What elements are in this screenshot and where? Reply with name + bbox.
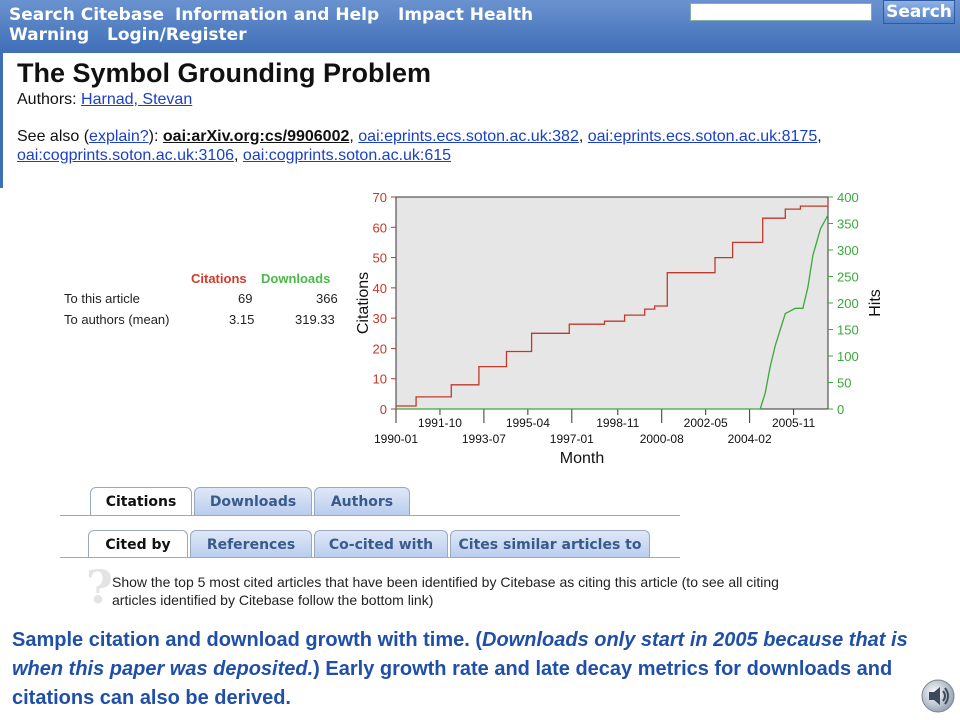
x-tick-label: 1990-01 [374, 432, 418, 446]
see-also: See also (explain?): oai:arXiv.org:cs/99… [17, 128, 822, 164]
stats-row-label: To this article [64, 291, 140, 306]
authors-label: Authors: [17, 91, 77, 108]
x-tick-label: 1995-04 [506, 416, 550, 430]
slide-caption: Sample citation and download growth with… [12, 626, 942, 713]
y2-axis-label: Hits [867, 289, 884, 317]
y-tick-label: 50 [373, 251, 387, 266]
stats-row-downloads: 366 [316, 291, 338, 306]
tab-downloads[interactable]: Downloads [194, 487, 312, 515]
y2-tick-label: 300 [837, 243, 859, 258]
y-tick-label: 60 [373, 220, 387, 235]
x-tick-label: 2005-11 [772, 416, 815, 430]
top-nav-bar: Search Citebase Information and Help Imp… [0, 0, 960, 53]
x-tick-label: 1997-01 [550, 432, 594, 446]
x-tick-label: 1993-07 [462, 432, 506, 446]
author-link[interactable]: Harnad, Stevan [81, 91, 192, 108]
search-button[interactable]: Search [883, 0, 955, 24]
x-tick-label: 2000-08 [640, 432, 684, 446]
y-tick-label: 10 [373, 372, 387, 387]
nav-information-help[interactable]: Information and Help [175, 5, 379, 25]
tab-cited-by[interactable]: Cited by [88, 530, 188, 558]
search-input[interactable] [690, 3, 872, 21]
tab-divider [60, 557, 680, 558]
caption-part: Sample citation and download growth with… [12, 629, 483, 651]
y-tick-label: 0 [380, 402, 387, 417]
y2-tick-label: 0 [837, 402, 844, 417]
y-tick-label: 30 [373, 311, 387, 326]
tab-co-cited-with[interactable]: Co-cited with [314, 530, 448, 558]
see-also-link[interactable]: oai:arXiv.org:cs/9906002 [163, 128, 349, 145]
see-also-label: See also ( [17, 128, 90, 145]
y2-tick-label: 100 [837, 349, 859, 364]
x-tick-label: 2004-02 [728, 432, 772, 446]
y2-tick-label: 150 [837, 323, 859, 338]
nav-impact-health[interactable]: Impact Health [398, 5, 533, 25]
left-stripe [0, 53, 3, 188]
tab-citations[interactable]: Citations [90, 487, 192, 515]
y2-tick-label: 200 [837, 296, 859, 311]
x-tick-label: 2002-05 [684, 416, 728, 430]
see-also-colon: ): [148, 128, 159, 145]
x-tick-label: 1998-11 [596, 416, 639, 430]
see-also-link[interactable]: oai:cogprints.soton.ac.uk:3106 [17, 147, 234, 164]
see-also-link[interactable]: oai:cogprints.soton.ac.uk:615 [243, 147, 451, 164]
y2-tick-label: 350 [837, 217, 859, 232]
tab-cites-similar[interactable]: Cites similar articles to [450, 530, 650, 558]
stats-row-label: To authors (mean) [64, 312, 170, 327]
y-tick-label: 40 [373, 281, 387, 296]
nav-warning[interactable]: Warning [9, 25, 89, 45]
stats-row-downloads: 319.33 [295, 312, 335, 327]
nav-login-register[interactable]: Login/Register [107, 25, 247, 45]
x-tick-label: 1991-10 [418, 416, 462, 430]
x-axis-label: Month [560, 450, 604, 465]
y-tick-label: 70 [373, 190, 387, 205]
stats-row-citations: 69 [238, 291, 253, 306]
y2-tick-label: 400 [837, 190, 859, 205]
nav-search-citebase[interactable]: Search Citebase [9, 5, 164, 25]
see-also-link[interactable]: oai:eprints.ecs.soton.ac.uk:8175 [588, 128, 817, 145]
y-axis-label: Citations [355, 272, 372, 334]
tab-divider [60, 515, 680, 516]
y2-tick-label: 250 [837, 270, 859, 285]
stats-header-downloads: Downloads [261, 271, 331, 286]
authors-line: Authors: Harnad, Stevan [17, 91, 192, 109]
citations-downloads-chart: 0 10 20 30 40 50 60 70 0 50 100 150 200 250 300 350 400 1… [355, 190, 884, 465]
page-title: The Symbol Grounding Problem [17, 58, 432, 88]
see-also-link[interactable]: oai:eprints.ecs.soton.ac.uk:382 [358, 128, 579, 145]
y-tick-label: 20 [373, 341, 387, 356]
tab-references[interactable]: References [190, 530, 312, 558]
stats-row-citations: 3.15 [229, 312, 255, 327]
help-text: Show the top 5 most cited articles that … [112, 574, 779, 608]
explain-link[interactable]: explain? [89, 128, 149, 145]
speaker-icon[interactable] [920, 678, 956, 714]
stats-header-citations: Citations [191, 271, 247, 286]
tab-authors[interactable]: Authors [314, 487, 410, 515]
y2-tick-label: 50 [837, 376, 851, 391]
